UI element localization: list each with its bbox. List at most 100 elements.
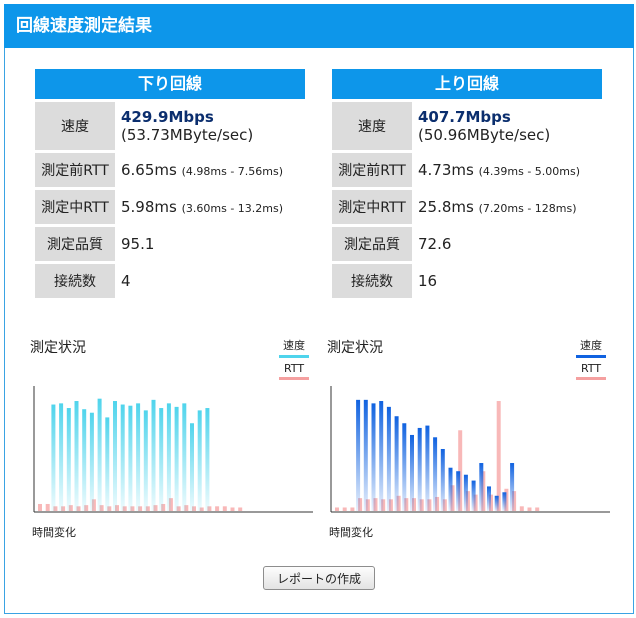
upload-speed-cell: 407.7Mbps (50.96MByte/sec) (412, 102, 602, 150)
create-report-button[interactable]: レポートの作成 (263, 566, 375, 590)
upload-speed-bar (510, 463, 515, 511)
upload-speed-bar (433, 437, 438, 511)
download-speed-bar (166, 403, 171, 511)
download-chart-xlabel: 時間変化 (32, 526, 76, 539)
upload-speed-bar (356, 399, 361, 511)
download-speed-value: 429.9Mbps (121, 108, 214, 126)
upload-speed-bar (379, 401, 384, 511)
download-rtt-bar (215, 506, 220, 511)
download-speed-bar (82, 409, 87, 511)
download-rtt-during-range: (3.60ms - 13.2ms) (181, 202, 284, 215)
download-rtt-before-row: 測定前RTT 6.65ms (4.98ms - 7.56ms) (35, 153, 305, 187)
upload-speed-bar (463, 474, 468, 511)
download-title: 下り回線 (35, 69, 305, 99)
download-speed-bar (143, 410, 148, 511)
download-connections-row: 接続数 4 (35, 264, 305, 298)
upload-speed-bar (471, 480, 476, 511)
download-rtt-before-cell: 6.65ms (4.98ms - 7.56ms) (115, 153, 305, 187)
download-rtt-before-value: 6.65ms (121, 161, 177, 179)
download-speed-bar (174, 406, 179, 511)
download-connections-value: 4 (121, 272, 131, 290)
upload-rtt-before-label: 測定前RTT (332, 153, 412, 187)
upload-rtt-bar (519, 506, 524, 511)
upload-speed-bar (456, 471, 461, 511)
download-connections-label: 接続数 (35, 264, 115, 298)
upload-rtt-during-row: 測定中RTT 25.8ms (7.20ms - 128ms) (332, 190, 602, 224)
upload-rtt-before-value: 4.73ms (418, 161, 474, 179)
download-quality-label: 測定品質 (35, 227, 115, 261)
download-rtt-before-range: (4.98ms - 7.56ms) (181, 165, 284, 178)
upload-legend-speed-label: 速度 (580, 339, 602, 352)
upload-chart-plot (330, 386, 610, 513)
download-chart-plot (33, 386, 313, 513)
upload-speed-bar (410, 434, 414, 511)
download-speed-bytes: (53.73MByte/sec) (121, 126, 254, 144)
upload-speed-bar (494, 495, 499, 511)
download-rtt-during-cell: 5.98ms (3.60ms - 13.2ms) (115, 190, 305, 224)
download-speed-bar (205, 408, 210, 511)
upload-quality-value: 72.6 (418, 235, 452, 253)
upload-connections-label: 接続数 (332, 264, 412, 298)
download-legend-rtt: RTT (277, 362, 311, 380)
upload-legend-rtt-label: RTT (580, 362, 602, 375)
upload-speed-row: 速度 407.7Mbps (50.96MByte/sec) (332, 102, 602, 150)
download-legend-rtt-label: RTT (283, 362, 305, 375)
upload-chart: 測定状況 速度 RTT 時間変化 (327, 331, 612, 541)
page-title: 回線速度測定結果 (4, 4, 634, 48)
upload-rtt-during-label: 測定中RTT (332, 190, 412, 224)
upload-chart-title: 測定状況 (327, 340, 383, 356)
upload-rtt-bar (535, 507, 540, 511)
download-speed-bar (128, 405, 133, 511)
download-speed-bar (97, 398, 102, 511)
download-quality-value: 95.1 (121, 235, 155, 253)
download-legend-speed-swatch (279, 355, 309, 358)
upload-legend-rtt-swatch (576, 377, 606, 380)
download-rtt-bar (238, 507, 243, 511)
download-chart-title: 測定状況 (30, 340, 86, 356)
upload-rtt-bar (496, 401, 501, 511)
upload-speed-bar (487, 486, 491, 511)
download-rtt-bar (222, 506, 227, 511)
upload-rtt-bar (342, 507, 347, 511)
upload-legend-speed: 速度 (574, 337, 608, 358)
download-result: 下り回線 速度 429.9Mbps (53.73MByte/sec) 測定前RT… (35, 69, 305, 301)
upload-title: 上り回線 (332, 69, 602, 99)
download-rtt-during-row: 測定中RTT 5.98ms (3.60ms - 13.2ms) (35, 190, 305, 224)
upload-rtt-bar (350, 507, 355, 511)
upload-stats-table: 速度 407.7Mbps (50.96MByte/sec) 測定前RTT 4.7… (332, 99, 602, 301)
upload-legend-rtt: RTT (574, 362, 608, 380)
upload-speed-bar (425, 425, 430, 511)
download-speed-bar (190, 423, 194, 511)
upload-speed-bar (448, 467, 453, 511)
download-speed-bar (105, 417, 110, 511)
upload-result: 上り回線 速度 407.7Mbps (50.96MByte/sec) 測定前RT… (332, 69, 602, 301)
upload-speed-bar (440, 448, 445, 511)
download-legend-rtt-swatch (279, 377, 309, 380)
upload-quality-label: 測定品質 (332, 227, 412, 261)
download-speed-bar (113, 401, 117, 511)
download-rtt-bar (38, 503, 42, 511)
upload-speed-label: 速度 (332, 102, 412, 150)
upload-rtt-during-cell: 25.8ms (7.20ms - 128ms) (412, 190, 602, 224)
download-chart: 測定状況 速度 RTT 時間変化 (30, 331, 315, 541)
download-rtt-bar (230, 507, 235, 511)
upload-speed-bar (394, 416, 399, 511)
upload-connections-row: 接続数 16 (332, 264, 602, 298)
download-rtt-during-label: 測定中RTT (35, 190, 115, 224)
download-rtt-before-label: 測定前RTT (35, 153, 115, 187)
upload-rtt-bar (527, 507, 532, 511)
download-speed-bar (66, 408, 71, 511)
download-legend-speed-label: 速度 (283, 339, 305, 352)
download-speed-bar (51, 404, 56, 511)
download-quality-row: 測定品質 95.1 (35, 227, 305, 261)
upload-speed-bar (371, 403, 376, 511)
upload-speed-bar (479, 463, 484, 511)
download-speed-row: 速度 429.9Mbps (53.73MByte/sec) (35, 102, 305, 150)
upload-rtt-before-cell: 4.73ms (4.39ms - 5.00ms) (412, 153, 602, 187)
upload-connections-value: 16 (418, 272, 438, 290)
upload-speed-value: 407.7Mbps (418, 108, 511, 126)
results-panel: 下り回線 速度 429.9Mbps (53.73MByte/sec) 測定前RT… (4, 48, 634, 614)
download-speed-bar (89, 412, 94, 511)
upload-rtt-before-row: 測定前RTT 4.73ms (4.39ms - 5.00ms) (332, 153, 602, 187)
upload-rtt-before-range: (4.39ms - 5.00ms) (478, 165, 581, 178)
